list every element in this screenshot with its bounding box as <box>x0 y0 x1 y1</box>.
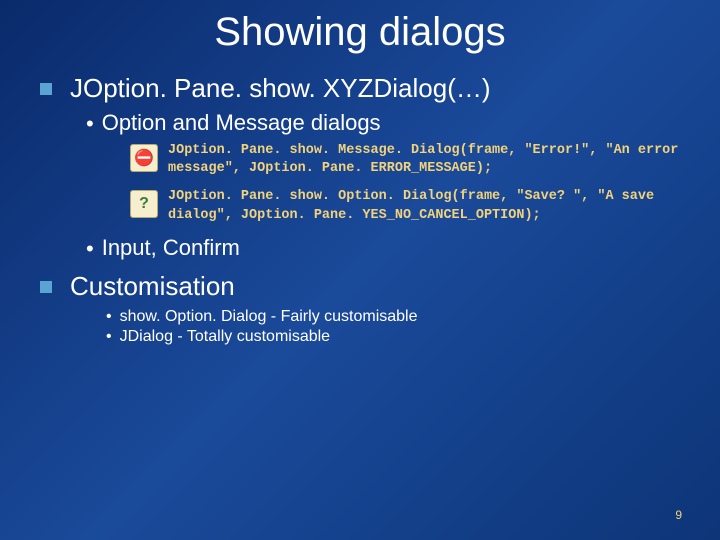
slide: Showing dialogs JOption. Pane. show. XYZ… <box>0 0 720 540</box>
bullet-jdialog: • JDialog - Totally customisable <box>106 328 680 346</box>
bullet-dot-icon: • <box>86 113 94 135</box>
error-dialog-icon: ⛔ <box>130 144 158 172</box>
bullet-text: Option and Message dialogs <box>102 110 381 136</box>
section-joptionpane: JOption. Pane. show. XYZDialog(…) <box>40 73 680 104</box>
bullet-text: JDialog - Totally customisable <box>120 328 330 346</box>
bullet-dot-icon: • <box>106 328 112 346</box>
bullet-showoptiondialog: • show. Option. Dialog - Fairly customis… <box>106 308 680 326</box>
bullet-input-confirm: • Input, Confirm <box>86 235 680 261</box>
bullet-dot-icon: • <box>106 308 112 326</box>
square-bullet-icon <box>40 83 52 95</box>
code-text: JOption. Pane. show. Option. Dialog(fram… <box>168 188 680 224</box>
bullet-option-message: • Option and Message dialogs <box>86 110 680 136</box>
bullet-text: show. Option. Dialog - Fairly customisab… <box>120 308 418 326</box>
slide-title: Showing dialogs <box>40 10 680 55</box>
question-dialog-icon: ? <box>130 190 158 218</box>
heading-customisation: Customisation <box>70 271 235 302</box>
heading-joptionpane: JOption. Pane. show. XYZDialog(…) <box>70 73 491 104</box>
page-number: 9 <box>675 508 682 522</box>
code-text: JOption. Pane. show. Message. Dialog(fra… <box>168 142 680 178</box>
code-example-error: ⛔ JOption. Pane. show. Message. Dialog(f… <box>130 142 680 178</box>
code-example-save: ? JOption. Pane. show. Option. Dialog(fr… <box>130 188 680 224</box>
section-customisation: Customisation <box>40 271 680 302</box>
bullet-dot-icon: • <box>86 238 94 260</box>
bullet-text: Input, Confirm <box>102 235 240 261</box>
square-bullet-icon <box>40 281 52 293</box>
